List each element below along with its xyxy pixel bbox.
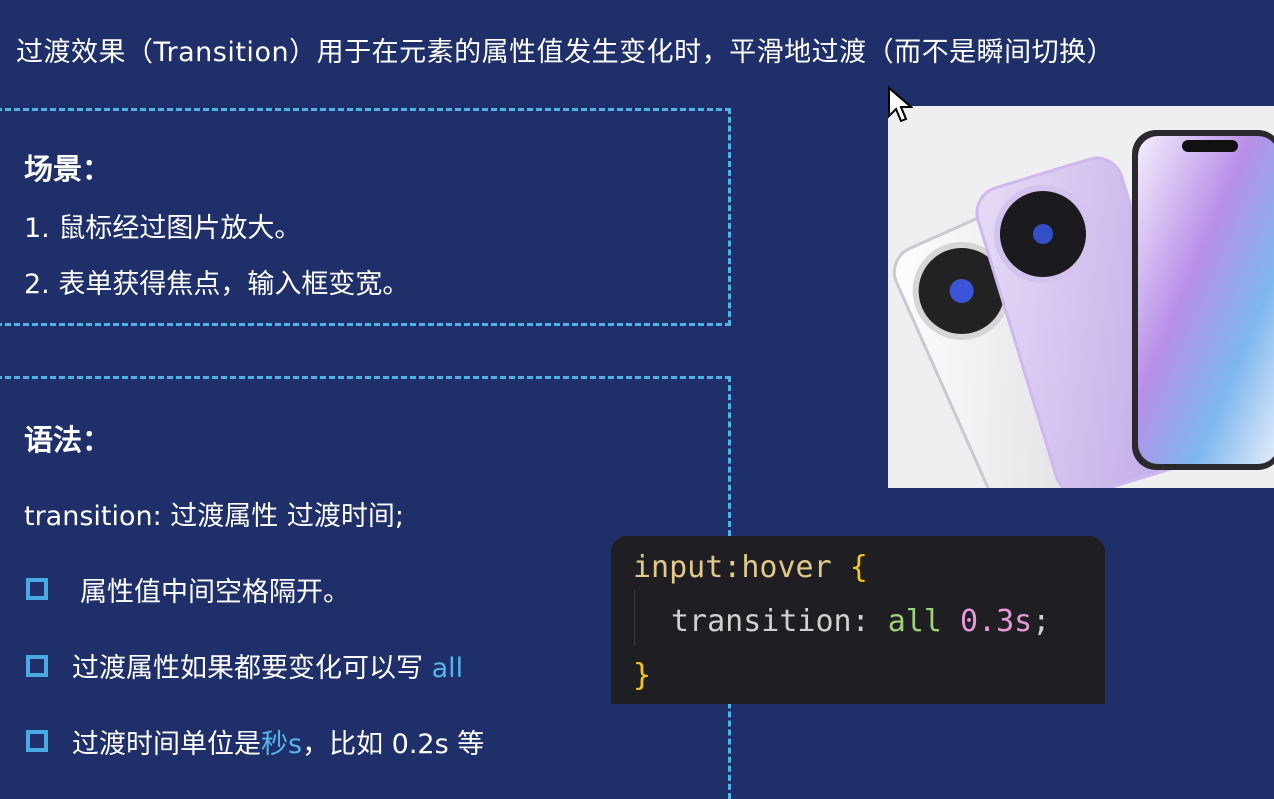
indent-guide: [634, 590, 635, 646]
phones-product-image: [888, 106, 1274, 488]
square-bullet-icon: [26, 730, 48, 752]
syntax-bullet-1: 属性值中间空格隔开。: [80, 577, 350, 608]
scenario-item-2: 2. 表单获得焦点，输入框变宽。: [24, 269, 410, 300]
scenario-item-1: 1. 鼠标经过图片放大。: [24, 213, 302, 244]
code-snippet: input:hover { transition: all 0.3s; }: [611, 536, 1105, 704]
code-close-brace: }: [633, 658, 652, 693]
syntax-heading: 语法：: [24, 423, 112, 457]
code-open-brace: {: [849, 550, 868, 585]
slide-title: 过渡效果（Transition）用于在元素的属性值发生变化时，平滑地过渡（而不是…: [16, 37, 1115, 68]
mouse-pointer-icon: [888, 86, 913, 123]
keyword-all: all: [431, 653, 464, 684]
square-bullet-icon: [26, 578, 48, 600]
code-keyword: all: [887, 604, 942, 639]
square-bullet-icon: [26, 655, 48, 677]
syntax-definition: transition: 过渡属性 过渡时间;: [24, 501, 404, 532]
scenario-heading: 场景：: [24, 152, 112, 186]
code-selector: input:hover: [633, 550, 832, 585]
code-duration: 0.3s: [960, 604, 1033, 639]
syntax-bullet-3: 过渡时间单位是秒s，比如 0.2s 等: [72, 729, 485, 760]
keyword-seconds: 秒s: [261, 729, 303, 760]
phones-icon: [892, 130, 1274, 488]
syntax-bullet-2: 过渡属性如果都要变化可以写 all: [72, 653, 464, 684]
code-property: transition:: [671, 604, 870, 639]
